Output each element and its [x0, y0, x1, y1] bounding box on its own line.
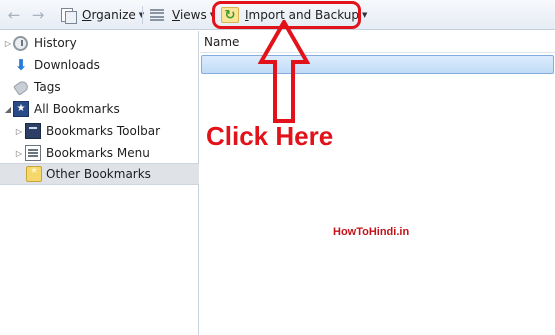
column-header-label: Name — [204, 34, 240, 49]
expand-triangle-icon[interactable]: ▷ — [3, 38, 13, 48]
bookmarks-menu-icon — [25, 145, 41, 161]
chevron-down-icon: ▼ — [362, 11, 368, 19]
downloads-arrow-icon: ⬇ — [14, 55, 28, 74]
views-label: Views — [172, 8, 207, 22]
tree-item-bookmarks-toolbar[interactable]: ▷ Bookmarks Toolbar — [0, 120, 199, 142]
list-item[interactable] — [201, 55, 554, 74]
click-here-callout: Click Here — [206, 121, 334, 151]
forward-arrow-icon[interactable]: → — [29, 4, 47, 26]
views-button[interactable]: Views ▼ — [150, 4, 215, 26]
bookmark-list: Name — [200, 31, 555, 335]
tree-item-other-bookmarks[interactable]: Other Bookmarks — [0, 163, 199, 185]
tree-item-label: Downloads — [34, 58, 100, 72]
tree-item-label: Bookmarks Toolbar — [46, 124, 161, 138]
all-bookmarks-icon: ★ — [13, 101, 29, 117]
bookmarks-toolbar-icon — [25, 123, 41, 139]
tree-item-tags[interactable]: Tags — [0, 76, 199, 98]
site-watermark: HowToHindi.in — [333, 226, 410, 238]
expand-triangle-icon[interactable]: ▷ — [14, 148, 24, 158]
places-tree: ▷ History ⬇ Downloads Tags ◢ ★ All Bookm… — [0, 31, 199, 335]
up-arrow-annotation-icon — [258, 20, 310, 123]
back-arrow-icon[interactable]: ← — [5, 4, 23, 26]
organize-icon — [60, 7, 77, 24]
tree-item-label: Bookmarks Menu — [46, 146, 150, 160]
expand-triangle-icon[interactable]: ▷ — [14, 126, 24, 136]
history-clock-icon — [13, 35, 28, 51]
other-bookmarks-icon — [26, 166, 42, 182]
tree-item-bookmarks-menu[interactable]: ▷ Bookmarks Menu — [0, 142, 199, 164]
tree-item-history[interactable]: ▷ History — [0, 32, 199, 54]
toolbar-divider — [142, 6, 143, 24]
tree-item-label: All Bookmarks — [34, 102, 120, 116]
tree-item-label: History — [34, 36, 77, 50]
tree-item-label: Tags — [34, 80, 61, 94]
tree-item-label: Other Bookmarks — [46, 167, 151, 181]
tag-icon — [12, 78, 30, 96]
collapse-triangle-icon[interactable]: ◢ — [3, 104, 13, 114]
tree-item-downloads[interactable]: ⬇ Downloads — [0, 54, 199, 76]
organize-button[interactable]: Organize ▼ — [60, 4, 144, 26]
column-header-name[interactable]: Name — [200, 31, 555, 53]
tree-item-all-bookmarks[interactable]: ◢ ★ All Bookmarks — [0, 98, 199, 120]
views-icon — [150, 7, 166, 23]
organize-label: Organize — [82, 8, 136, 22]
